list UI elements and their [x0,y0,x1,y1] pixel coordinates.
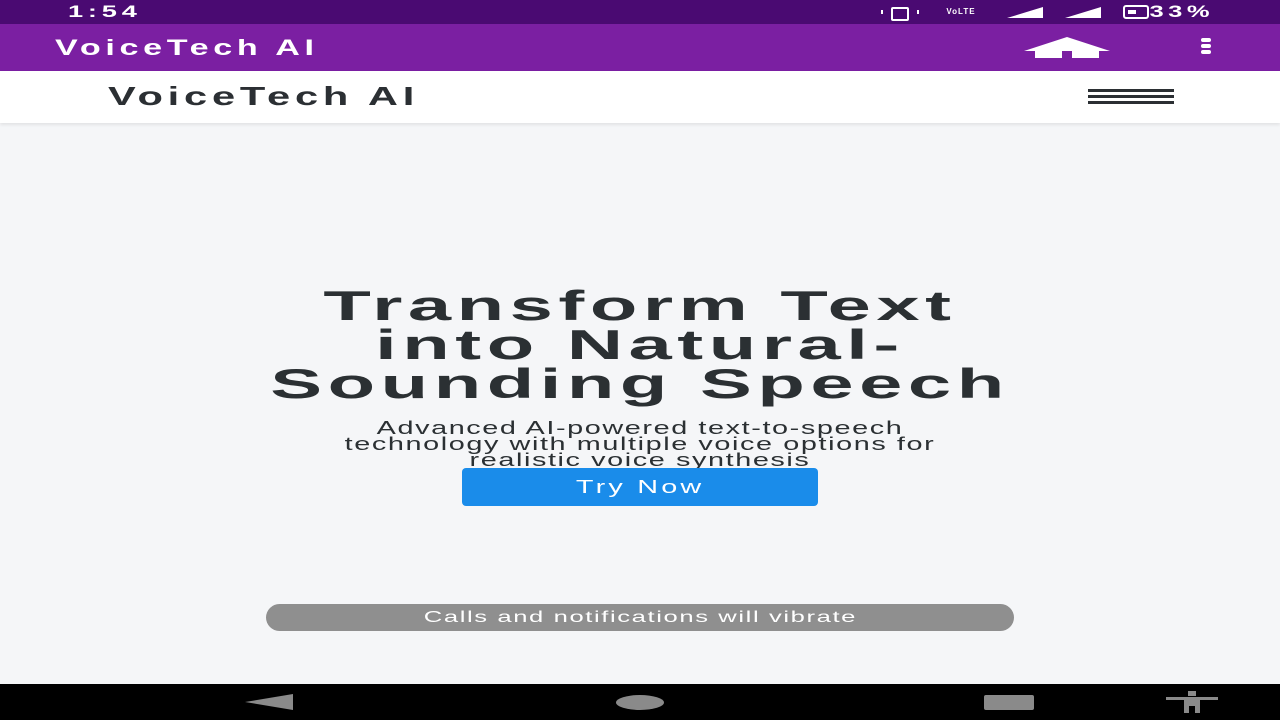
vibrate-icon [880,7,919,21]
toast-notification: Calls and notifications will vibrate [266,604,1014,631]
hero-title-line-2: into Natural- [375,321,905,368]
more-vert-icon[interactable] [1196,38,1216,58]
hero-title: Transform Text into Natural- Sounding Sp… [0,282,1280,407]
system-nav-bar [0,684,1280,720]
home-circle-icon[interactable] [616,695,664,710]
hero-title-line-1: Transform Text [323,282,957,329]
status-bar: 1:54 VoLTE 33% [0,0,1280,24]
site-header: VoiceTech AI [0,71,1280,123]
volte-icon: VoLTE [946,7,976,16]
signal-icon [1006,6,1043,18]
recents-icon[interactable] [984,695,1034,710]
battery-percent: 33% [1149,2,1214,21]
home-icon[interactable] [1024,36,1110,58]
signal-icon-2 [1064,6,1101,18]
site-logo[interactable]: VoiceTech AI [108,81,419,112]
status-icons: VoLTE 33% [880,0,1214,24]
status-time: 1:54 [68,2,142,21]
back-icon[interactable] [245,694,293,710]
hamburger-icon[interactable] [1088,87,1174,107]
try-now-label: Try Now [575,476,705,497]
app-bar: VoiceTech AI [0,24,1280,71]
toast-message: Calls and notifications will vibrate [423,609,857,626]
hero-title-line-3: Sounding Speech [270,360,1010,407]
hero-subtitle: Advanced AI-powered text-to-speech techn… [0,419,1280,470]
app-title: VoiceTech AI [55,35,319,60]
hero-subtitle-line-3: realistic voice synthesis [469,450,811,470]
try-now-button[interactable]: Try Now [462,468,818,506]
accessibility-icon[interactable] [1166,691,1218,713]
battery-icon [1122,5,1149,19]
